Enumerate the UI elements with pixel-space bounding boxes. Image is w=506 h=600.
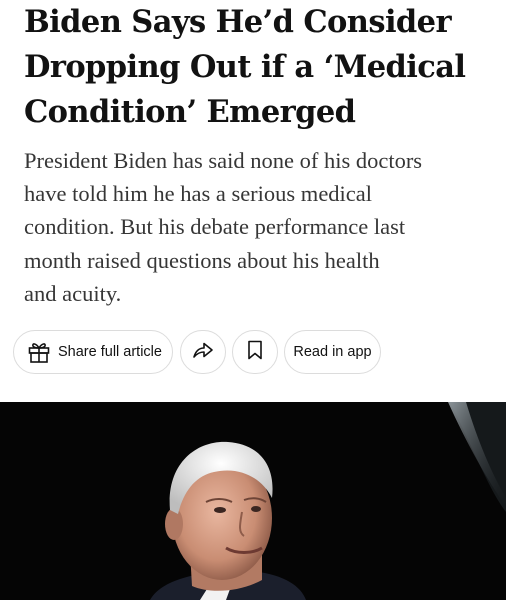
article: Biden Says He’d Consider Dropping Out if…	[0, 0, 506, 600]
bookmark-icon	[247, 340, 263, 364]
headline-line: Biden Says He’d Consider	[24, 4, 452, 40]
summary-line: President Biden has said none of his doc…	[24, 148, 423, 173]
summary-line: month raised questions about his health	[24, 247, 380, 273]
summary-line: and acuity.	[24, 280, 122, 306]
share-toolbar: Share full article Read in app	[13, 330, 493, 376]
headline-line: Dropping Out if a ‘Medical	[24, 49, 466, 85]
summary-line: have told him he has a serious medical	[24, 181, 373, 207]
share-full-article-button[interactable]: Share full article	[13, 330, 173, 374]
gift-icon	[26, 340, 52, 364]
summary-line: condition. But his debate performance la…	[24, 214, 406, 240]
portrait-illustration	[0, 402, 506, 600]
share-arrow-icon	[192, 340, 214, 364]
share-button[interactable]	[180, 330, 226, 374]
read-in-app-label: Read in app	[293, 344, 372, 360]
article-summary: President Biden has said none of his doc…	[24, 144, 490, 310]
share-full-article-label: Share full article	[58, 344, 162, 360]
save-article-button[interactable]	[232, 330, 278, 374]
read-in-app-button[interactable]: Read in app	[284, 330, 381, 374]
article-headline: Biden Says He’d Consider Dropping Out if…	[24, 0, 494, 135]
article-photo	[0, 402, 506, 600]
headline-line: Condition’ Emerged	[24, 94, 356, 130]
